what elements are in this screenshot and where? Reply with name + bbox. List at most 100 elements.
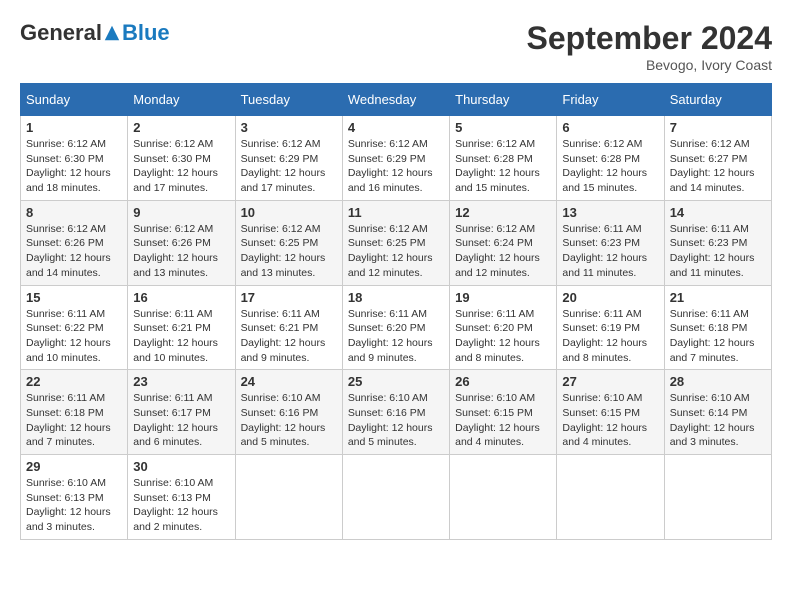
calendar-cell: 13 Sunrise: 6:11 AMSunset: 6:23 PMDaylig…	[557, 200, 664, 285]
day-info: Sunrise: 6:12 AMSunset: 6:29 PMDaylight:…	[241, 138, 326, 194]
col-header-monday: Monday	[128, 84, 235, 116]
col-header-friday: Friday	[557, 84, 664, 116]
day-info: Sunrise: 6:12 AMSunset: 6:26 PMDaylight:…	[133, 223, 218, 279]
day-number: 25	[348, 374, 444, 389]
day-number: 11	[348, 205, 444, 220]
calendar-header-row: SundayMondayTuesdayWednesdayThursdayFrid…	[21, 84, 772, 116]
day-number: 18	[348, 290, 444, 305]
day-number: 29	[26, 459, 122, 474]
day-number: 15	[26, 290, 122, 305]
calendar-cell: 12 Sunrise: 6:12 AMSunset: 6:24 PMDaylig…	[450, 200, 557, 285]
day-info: Sunrise: 6:10 AMSunset: 6:13 PMDaylight:…	[26, 477, 111, 533]
day-info: Sunrise: 6:12 AMSunset: 6:30 PMDaylight:…	[26, 138, 111, 194]
calendar-cell: 4 Sunrise: 6:12 AMSunset: 6:29 PMDayligh…	[342, 116, 449, 201]
day-info: Sunrise: 6:10 AMSunset: 6:13 PMDaylight:…	[133, 477, 218, 533]
calendar-cell: 18 Sunrise: 6:11 AMSunset: 6:20 PMDaylig…	[342, 285, 449, 370]
day-info: Sunrise: 6:11 AMSunset: 6:18 PMDaylight:…	[670, 308, 755, 364]
day-info: Sunrise: 6:12 AMSunset: 6:28 PMDaylight:…	[455, 138, 540, 194]
col-header-saturday: Saturday	[664, 84, 771, 116]
day-info: Sunrise: 6:11 AMSunset: 6:22 PMDaylight:…	[26, 308, 111, 364]
day-number: 3	[241, 120, 337, 135]
day-info: Sunrise: 6:12 AMSunset: 6:26 PMDaylight:…	[26, 223, 111, 279]
col-header-thursday: Thursday	[450, 84, 557, 116]
logo-general: General	[20, 20, 102, 46]
day-info: Sunrise: 6:11 AMSunset: 6:21 PMDaylight:…	[241, 308, 326, 364]
day-number: 13	[562, 205, 658, 220]
day-number: 22	[26, 374, 122, 389]
calendar-cell: 22 Sunrise: 6:11 AMSunset: 6:18 PMDaylig…	[21, 370, 128, 455]
calendar-cell	[557, 455, 664, 540]
col-header-wednesday: Wednesday	[342, 84, 449, 116]
calendar-cell	[450, 455, 557, 540]
day-info: Sunrise: 6:10 AMSunset: 6:16 PMDaylight:…	[348, 392, 433, 448]
logo-blue: Blue	[122, 20, 170, 46]
calendar-cell	[235, 455, 342, 540]
day-info: Sunrise: 6:11 AMSunset: 6:23 PMDaylight:…	[562, 223, 647, 279]
calendar-cell: 17 Sunrise: 6:11 AMSunset: 6:21 PMDaylig…	[235, 285, 342, 370]
logo-icon	[103, 24, 121, 42]
day-info: Sunrise: 6:11 AMSunset: 6:17 PMDaylight:…	[133, 392, 218, 448]
calendar-cell: 20 Sunrise: 6:11 AMSunset: 6:19 PMDaylig…	[557, 285, 664, 370]
calendar-week-row: 15 Sunrise: 6:11 AMSunset: 6:22 PMDaylig…	[21, 285, 772, 370]
day-info: Sunrise: 6:12 AMSunset: 6:29 PMDaylight:…	[348, 138, 433, 194]
calendar-cell: 19 Sunrise: 6:11 AMSunset: 6:20 PMDaylig…	[450, 285, 557, 370]
calendar-cell: 6 Sunrise: 6:12 AMSunset: 6:28 PMDayligh…	[557, 116, 664, 201]
calendar-cell: 2 Sunrise: 6:12 AMSunset: 6:30 PMDayligh…	[128, 116, 235, 201]
calendar-cell: 1 Sunrise: 6:12 AMSunset: 6:30 PMDayligh…	[21, 116, 128, 201]
calendar-cell: 23 Sunrise: 6:11 AMSunset: 6:17 PMDaylig…	[128, 370, 235, 455]
calendar-cell: 25 Sunrise: 6:10 AMSunset: 6:16 PMDaylig…	[342, 370, 449, 455]
day-number: 21	[670, 290, 766, 305]
day-info: Sunrise: 6:12 AMSunset: 6:25 PMDaylight:…	[348, 223, 433, 279]
day-number: 5	[455, 120, 551, 135]
day-info: Sunrise: 6:12 AMSunset: 6:30 PMDaylight:…	[133, 138, 218, 194]
col-header-sunday: Sunday	[21, 84, 128, 116]
day-number: 30	[133, 459, 229, 474]
day-number: 24	[241, 374, 337, 389]
calendar-cell: 30 Sunrise: 6:10 AMSunset: 6:13 PMDaylig…	[128, 455, 235, 540]
calendar-cell: 3 Sunrise: 6:12 AMSunset: 6:29 PMDayligh…	[235, 116, 342, 201]
day-number: 12	[455, 205, 551, 220]
day-number: 8	[26, 205, 122, 220]
calendar-cell: 7 Sunrise: 6:12 AMSunset: 6:27 PMDayligh…	[664, 116, 771, 201]
day-number: 23	[133, 374, 229, 389]
calendar-table: SundayMondayTuesdayWednesdayThursdayFrid…	[20, 83, 772, 540]
day-info: Sunrise: 6:11 AMSunset: 6:20 PMDaylight:…	[455, 308, 540, 364]
day-number: 17	[241, 290, 337, 305]
calendar-cell: 28 Sunrise: 6:10 AMSunset: 6:14 PMDaylig…	[664, 370, 771, 455]
calendar-cell: 24 Sunrise: 6:10 AMSunset: 6:16 PMDaylig…	[235, 370, 342, 455]
month-title: September 2024	[527, 20, 772, 57]
calendar-cell: 27 Sunrise: 6:10 AMSunset: 6:15 PMDaylig…	[557, 370, 664, 455]
header: General Blue September 2024 Bevogo, Ivor…	[20, 20, 772, 73]
calendar-cell: 14 Sunrise: 6:11 AMSunset: 6:23 PMDaylig…	[664, 200, 771, 285]
day-number: 16	[133, 290, 229, 305]
day-number: 9	[133, 205, 229, 220]
calendar-week-row: 29 Sunrise: 6:10 AMSunset: 6:13 PMDaylig…	[21, 455, 772, 540]
day-number: 7	[670, 120, 766, 135]
calendar-cell	[342, 455, 449, 540]
day-number: 20	[562, 290, 658, 305]
day-info: Sunrise: 6:11 AMSunset: 6:21 PMDaylight:…	[133, 308, 218, 364]
day-info: Sunrise: 6:11 AMSunset: 6:20 PMDaylight:…	[348, 308, 433, 364]
calendar-cell: 8 Sunrise: 6:12 AMSunset: 6:26 PMDayligh…	[21, 200, 128, 285]
day-number: 4	[348, 120, 444, 135]
calendar-cell: 9 Sunrise: 6:12 AMSunset: 6:26 PMDayligh…	[128, 200, 235, 285]
calendar-week-row: 8 Sunrise: 6:12 AMSunset: 6:26 PMDayligh…	[21, 200, 772, 285]
col-header-tuesday: Tuesday	[235, 84, 342, 116]
calendar-cell: 26 Sunrise: 6:10 AMSunset: 6:15 PMDaylig…	[450, 370, 557, 455]
day-info: Sunrise: 6:11 AMSunset: 6:18 PMDaylight:…	[26, 392, 111, 448]
calendar-cell: 29 Sunrise: 6:10 AMSunset: 6:13 PMDaylig…	[21, 455, 128, 540]
day-info: Sunrise: 6:10 AMSunset: 6:16 PMDaylight:…	[241, 392, 326, 448]
calendar-week-row: 1 Sunrise: 6:12 AMSunset: 6:30 PMDayligh…	[21, 116, 772, 201]
day-info: Sunrise: 6:10 AMSunset: 6:14 PMDaylight:…	[670, 392, 755, 448]
day-number: 2	[133, 120, 229, 135]
day-info: Sunrise: 6:12 AMSunset: 6:28 PMDaylight:…	[562, 138, 647, 194]
logo: General Blue	[20, 20, 170, 46]
calendar-cell: 15 Sunrise: 6:11 AMSunset: 6:22 PMDaylig…	[21, 285, 128, 370]
day-info: Sunrise: 6:12 AMSunset: 6:24 PMDaylight:…	[455, 223, 540, 279]
day-info: Sunrise: 6:11 AMSunset: 6:23 PMDaylight:…	[670, 223, 755, 279]
calendar-cell: 5 Sunrise: 6:12 AMSunset: 6:28 PMDayligh…	[450, 116, 557, 201]
day-number: 6	[562, 120, 658, 135]
day-number: 14	[670, 205, 766, 220]
calendar-cell: 21 Sunrise: 6:11 AMSunset: 6:18 PMDaylig…	[664, 285, 771, 370]
day-number: 10	[241, 205, 337, 220]
